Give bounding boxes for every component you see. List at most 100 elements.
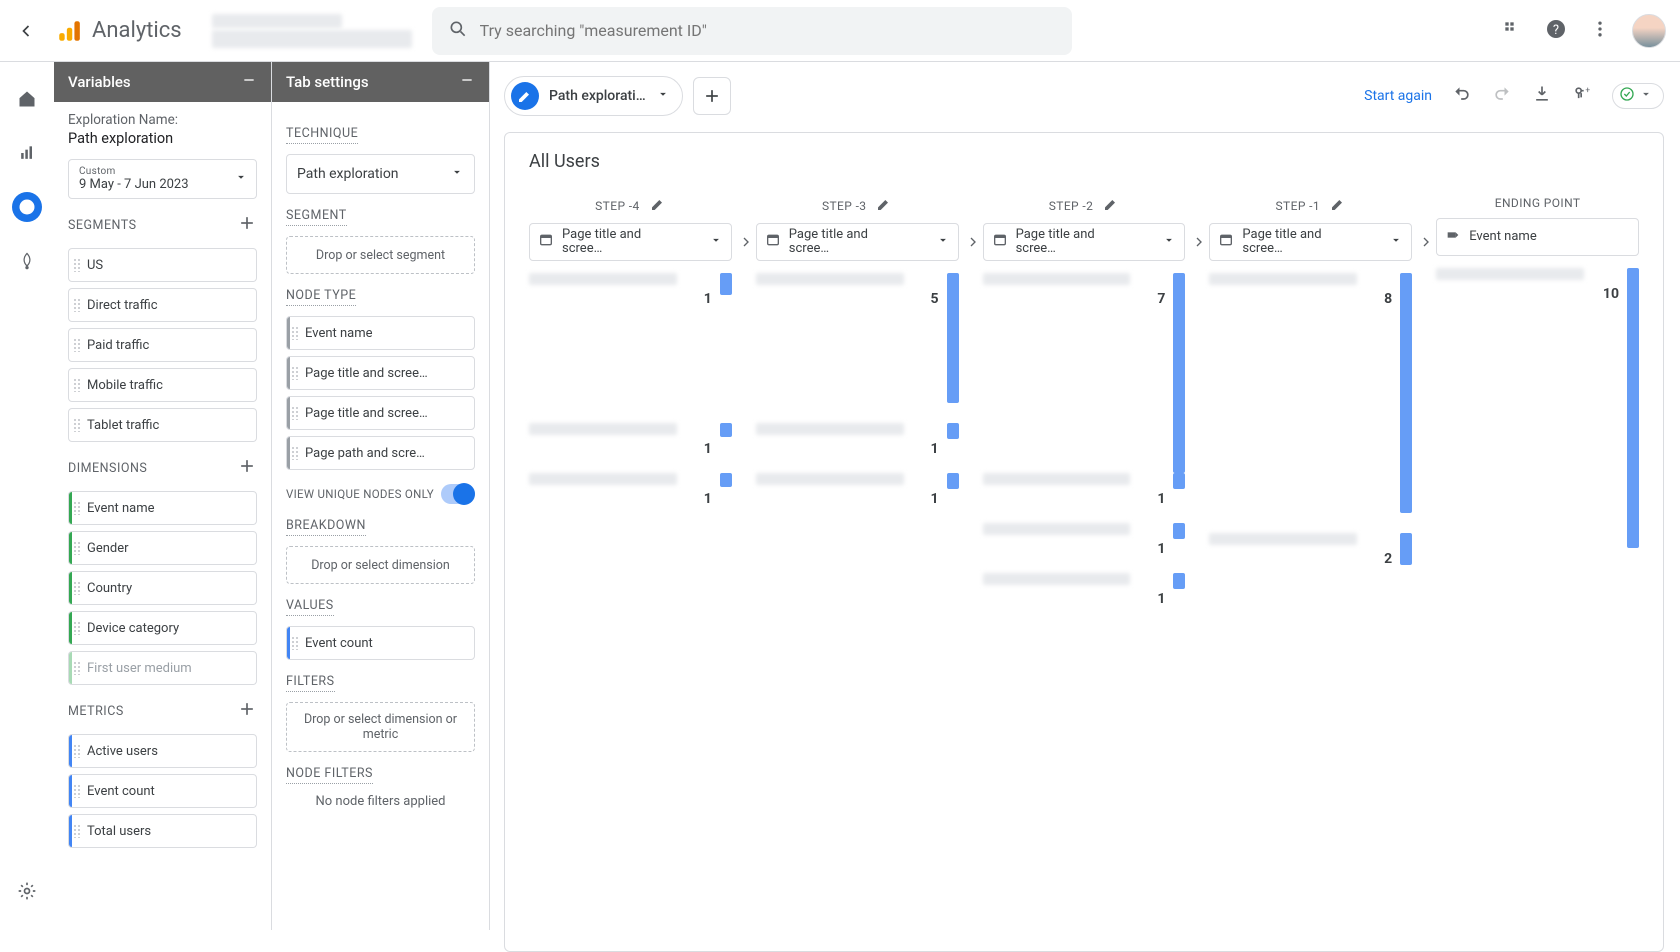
path-node[interactable]: 1: [529, 273, 732, 289]
start-again-link[interactable]: Start again: [1364, 88, 1432, 104]
chip-dim[interactable]: Country: [68, 571, 257, 605]
nav-admin[interactable]: [12, 876, 42, 906]
chip-seg[interactable]: Mobile traffic: [68, 368, 257, 402]
step-field-select[interactable]: Page title and scree…: [529, 223, 732, 261]
header-actions: [1502, 14, 1666, 48]
arrow-right-icon: [1418, 234, 1434, 254]
chip-node[interactable]: Page title and scree…: [286, 356, 475, 390]
chip-seg[interactable]: Tablet traffic: [68, 408, 257, 442]
technique-heading: TECHNIQUE: [286, 126, 475, 144]
step-header: ENDING POINT: [1436, 196, 1639, 210]
download-button[interactable]: [1532, 84, 1552, 108]
add-tab-button[interactable]: [693, 77, 731, 115]
path-node[interactable]: 1: [529, 423, 732, 439]
chip-seg[interactable]: Paid traffic: [68, 328, 257, 362]
technique-select[interactable]: Path exploration: [286, 154, 475, 194]
path-node[interactable]: 10: [1436, 268, 1639, 284]
drag-handle-icon: [73, 378, 81, 392]
help-icon[interactable]: [1544, 17, 1568, 45]
path-node[interactable]: 5: [756, 273, 959, 289]
segment-heading: SEGMENT: [286, 208, 475, 226]
chip-node[interactable]: Page path and scre…: [286, 436, 475, 470]
breakdown-dropzone[interactable]: Drop or select dimension: [286, 546, 475, 584]
path-node[interactable]: 1: [529, 473, 732, 489]
chip-dim[interactable]: Device category: [68, 611, 257, 645]
chip-node[interactable]: Page title and scree…: [286, 396, 475, 430]
add-segment-button[interactable]: [237, 213, 257, 238]
nav-explore[interactable]: [12, 192, 42, 222]
path-node[interactable]: 1: [983, 523, 1186, 539]
path-node[interactable]: 7: [983, 273, 1186, 289]
arrow-right-icon: [1191, 234, 1207, 254]
app-logo[interactable]: Analytics: [56, 17, 182, 45]
path-node[interactable]: 1: [983, 573, 1186, 589]
path-node[interactable]: 1: [756, 423, 959, 439]
edit-step-icon[interactable]: [1103, 196, 1119, 215]
nav-advertising[interactable]: [12, 246, 42, 276]
analytics-logo-icon: [56, 17, 82, 45]
sample-status-pill[interactable]: [1612, 83, 1664, 109]
search-input[interactable]: [480, 21, 1056, 40]
more-icon[interactable]: [1590, 19, 1610, 43]
apps-icon[interactable]: [1502, 19, 1522, 43]
property-label[interactable]: [212, 12, 412, 50]
segment-title: All Users: [529, 151, 1639, 172]
unique-nodes-toggle[interactable]: [441, 484, 475, 504]
chip-dim[interactable]: First user medium: [68, 651, 257, 685]
path-node[interactable]: 1: [756, 473, 959, 489]
search-box[interactable]: [432, 7, 1072, 55]
chip-dim[interactable]: Event name: [68, 491, 257, 525]
chip-metric[interactable]: Event count: [68, 774, 257, 808]
chip-metric[interactable]: Total users: [68, 814, 257, 848]
drag-handle-icon: [73, 258, 81, 272]
chip-dim[interactable]: Gender: [68, 531, 257, 565]
variables-panel: Variables Exploration Name: Path explora…: [54, 62, 272, 930]
tab-settings-panel: Tab settings TECHNIQUE Path exploration …: [272, 62, 490, 930]
metrics-heading: METRICS: [68, 699, 257, 724]
drag-handle-icon: [291, 406, 299, 420]
user-avatar[interactable]: [1632, 14, 1666, 48]
tag-icon: [1445, 227, 1461, 247]
edit-step-icon[interactable]: [876, 196, 892, 215]
filters-dropzone[interactable]: Drop or select dimension or metric: [286, 702, 475, 752]
step-header: STEP -2: [983, 196, 1186, 215]
segment-dropzone[interactable]: Drop or select segment: [286, 236, 475, 274]
collapse-tabsettings-button[interactable]: [459, 72, 475, 92]
chip-metric[interactable]: Active users: [68, 734, 257, 768]
values-chip[interactable]: Event count: [286, 626, 475, 660]
arrow-right-icon: [965, 234, 981, 254]
share-button[interactable]: [1572, 84, 1592, 108]
drag-handle-icon: [73, 744, 81, 758]
add-metric-button[interactable]: [237, 699, 257, 724]
nav-rail: [0, 62, 54, 930]
breakdown-heading: BREAKDOWN: [286, 518, 475, 536]
chip-seg[interactable]: Direct traffic: [68, 288, 257, 322]
path-column: STEP -2 Page title and scree… 7 1 1 1: [983, 196, 1186, 623]
path-node[interactable]: 1: [983, 473, 1186, 489]
redo-button[interactable]: [1492, 84, 1512, 108]
step-field-select[interactable]: Page title and scree…: [1209, 223, 1412, 261]
chip-node[interactable]: Event name: [286, 316, 475, 350]
nav-home[interactable]: [12, 84, 42, 114]
edit-tab-icon: [511, 82, 539, 110]
page-icon: [1218, 232, 1234, 252]
undo-button[interactable]: [1452, 84, 1472, 108]
search-icon: [448, 19, 468, 43]
caret-down-icon: [936, 233, 950, 251]
step-field-select[interactable]: Event name: [1436, 218, 1639, 256]
path-node[interactable]: 2: [1209, 533, 1412, 549]
step-field-select[interactable]: Page title and scree…: [983, 223, 1186, 261]
step-field-select[interactable]: Page title and scree…: [756, 223, 959, 261]
path-node[interactable]: 8: [1209, 273, 1412, 289]
add-dimension-button[interactable]: [237, 456, 257, 481]
exploration-name[interactable]: Exploration Name: Path exploration: [68, 112, 257, 147]
path-column: STEP -3 Page title and scree… 5 1 1: [756, 196, 959, 623]
edit-step-icon[interactable]: [650, 196, 666, 215]
collapse-variables-button[interactable]: [241, 72, 257, 92]
back-button[interactable]: [14, 19, 38, 43]
nav-reports[interactable]: [12, 138, 42, 168]
edit-step-icon[interactable]: [1330, 196, 1346, 215]
date-range-picker[interactable]: Custom 9 May - 7 Jun 2023: [68, 159, 257, 199]
exploration-tab[interactable]: Path explorati…: [504, 76, 683, 116]
chip-seg[interactable]: US: [68, 248, 257, 282]
